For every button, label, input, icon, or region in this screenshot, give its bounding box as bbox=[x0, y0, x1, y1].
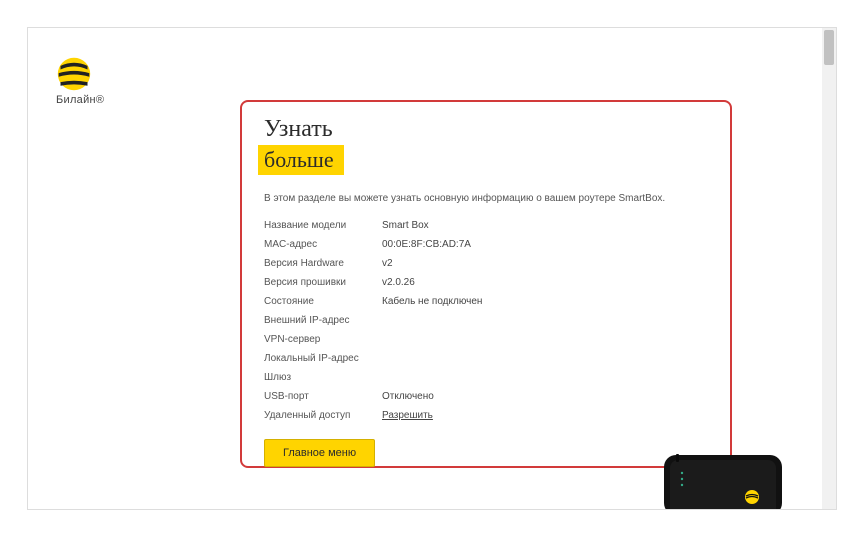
info-value: Отключено bbox=[382, 387, 482, 406]
info-value bbox=[382, 311, 482, 330]
info-row: Внешний IP-адрес bbox=[264, 311, 482, 330]
info-label: Удаленный доступ bbox=[264, 406, 382, 425]
info-label: Название модели bbox=[264, 216, 382, 235]
info-row: Шлюз bbox=[264, 368, 482, 387]
info-row: Название моделиSmart Box bbox=[264, 216, 482, 235]
info-row: Версия прошивкиv2.0.26 bbox=[264, 273, 482, 292]
info-row: Версия Hardwarev2 bbox=[264, 254, 482, 273]
info-label: Версия прошивки bbox=[264, 273, 382, 292]
info-value bbox=[382, 349, 482, 368]
info-row: СостояниеКабель не подключен bbox=[264, 292, 482, 311]
info-label: VPN-сервер bbox=[264, 330, 382, 349]
card-title-top: Узнать bbox=[264, 116, 708, 143]
brand-logo: Билайн® bbox=[56, 56, 116, 106]
router-image bbox=[658, 449, 788, 509]
main-menu-button[interactable]: Главное меню bbox=[264, 439, 375, 467]
info-label: Шлюз bbox=[264, 368, 382, 387]
allow-remote-link[interactable]: Разрешить bbox=[382, 410, 433, 421]
info-row: Локальный IP-адрес bbox=[264, 349, 482, 368]
info-row: Удаленный доступРазрешить bbox=[264, 406, 482, 425]
info-card: Узнать больше В этом разделе вы можете у… bbox=[240, 100, 732, 468]
info-table: Название моделиSmart BoxMAC-адрес00:0E:8… bbox=[264, 216, 482, 425]
scrollbar[interactable] bbox=[822, 28, 836, 509]
info-value bbox=[382, 368, 482, 387]
info-row: VPN-сервер bbox=[264, 330, 482, 349]
page-viewport: Билайн® Узнать больше В этом разделе вы … bbox=[27, 27, 837, 510]
brand-name: Билайн® bbox=[56, 94, 116, 106]
info-label: MAC-адрес bbox=[264, 235, 382, 254]
info-value: 00:0E:8F:CB:AD:7A bbox=[382, 235, 482, 254]
info-value: Разрешить bbox=[382, 406, 482, 425]
info-value: Smart Box bbox=[382, 216, 482, 235]
info-label: Состояние bbox=[264, 292, 382, 311]
card-title-bottom: больше bbox=[258, 145, 344, 175]
info-label: Версия Hardware bbox=[264, 254, 382, 273]
info-value: v2.0.26 bbox=[382, 273, 482, 292]
info-row: USB-портОтключено bbox=[264, 387, 482, 406]
scrollbar-thumb[interactable] bbox=[824, 30, 834, 65]
info-label: Локальный IP-адрес bbox=[264, 349, 382, 368]
info-label: Внешний IP-адрес bbox=[264, 311, 382, 330]
card-description: В этом разделе вы можете узнать основную… bbox=[264, 193, 708, 204]
info-value: v2 bbox=[382, 254, 482, 273]
info-value bbox=[382, 330, 482, 349]
beeline-icon bbox=[56, 56, 92, 92]
info-label: USB-порт bbox=[264, 387, 382, 406]
info-row: MAC-адрес00:0E:8F:CB:AD:7A bbox=[264, 235, 482, 254]
info-value: Кабель не подключен bbox=[382, 292, 482, 311]
